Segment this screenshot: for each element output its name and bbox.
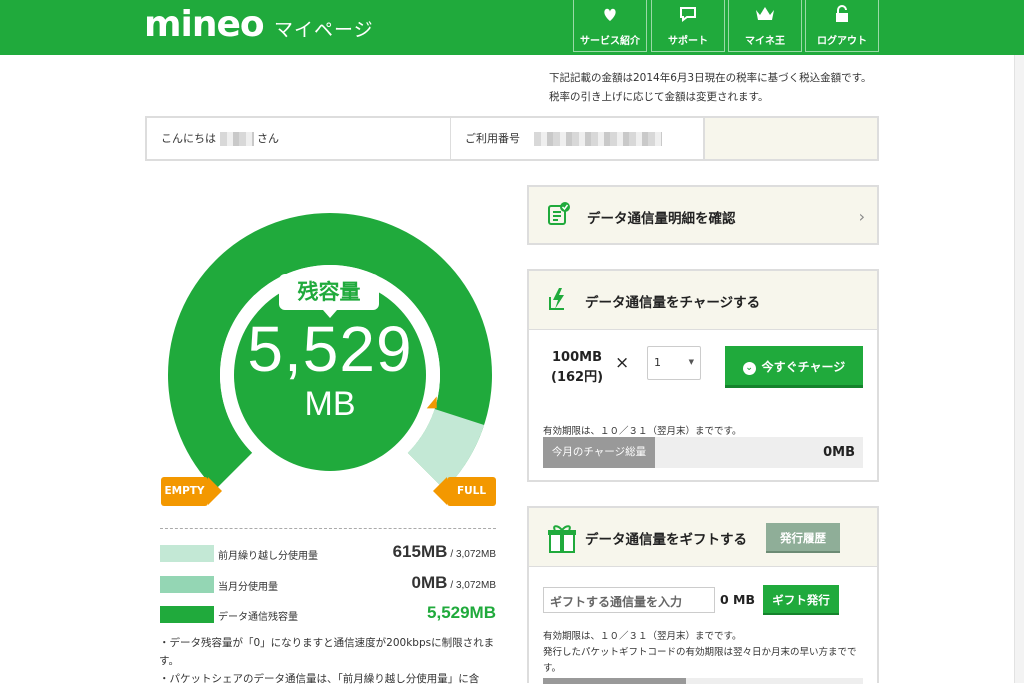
caret-down-icon: ▼ xyxy=(688,358,694,366)
legend-row-carryover: 前月繰り越し分使用量 615MB/ 3,072MB xyxy=(160,542,496,563)
crown-icon xyxy=(729,0,801,30)
chevron-right-icon: › xyxy=(858,207,865,226)
speech-bubble-icon xyxy=(652,0,724,30)
legend-row-current: 当月分使用量 0MB/ 3,072MB xyxy=(160,573,497,594)
legend-label: データ通信残容量 xyxy=(218,612,298,623)
greeting-suffix: さん xyxy=(257,132,279,145)
legend-swatch xyxy=(160,545,214,562)
legend-row-remaining: データ通信残容量 5,529MB xyxy=(160,603,496,624)
legend-swatch xyxy=(160,606,214,623)
gift-box-icon xyxy=(545,522,579,558)
monthly-charge-total: 今月のチャージ総量 0MB xyxy=(543,437,863,468)
legend-value: 0MB/ 3,072MB xyxy=(411,573,497,592)
gift-panel: データ通信量をギフトする 発行履歴 ギフトする通信量を入力 0 MB ギフト発行… xyxy=(527,506,879,684)
panel-title: データ通信量明細を確認 xyxy=(587,211,736,227)
panel-title: データ通信量をチャージする xyxy=(585,295,761,311)
charge-amount: 100MB (162円) xyxy=(551,350,604,385)
redacted-number xyxy=(533,132,662,146)
tax-notice-line: 下記記載の金額は2014年6月3日現在の税率に基づく税込金額です。 xyxy=(549,72,872,84)
note-line: ・データ残容量が「0」になりますと通信速度が200kbpsに制限されます。 xyxy=(159,637,495,667)
charge-bolt-icon xyxy=(545,285,571,317)
gift-notes: 有効期限は、１０／３１（翌月末）までです。 発行したパケットギフトコードの有効期… xyxy=(543,631,857,674)
document-check-icon xyxy=(545,201,571,231)
quantity-value: 1 xyxy=(654,356,661,369)
full-tag: FULL xyxy=(433,477,496,506)
remaining-label: 残容量 xyxy=(279,274,379,318)
user-number: ご利用番号 xyxy=(465,118,662,159)
usage-detail-link[interactable]: データ通信量明細を確認 › xyxy=(527,185,879,245)
gift-history-button[interactable]: 発行履歴 xyxy=(766,523,840,553)
empty-tag: EMPTY xyxy=(161,477,222,506)
user-number-label: ご利用番号 xyxy=(465,132,520,145)
greeting-text: こんにちは さん xyxy=(161,118,279,159)
multiply-sign: × xyxy=(615,353,630,373)
charge-now-button[interactable]: ⌄ 今すぐチャージ xyxy=(725,346,863,388)
heart-leaf-icon xyxy=(574,0,646,30)
quantity-select[interactable]: 1 ▼ xyxy=(647,346,701,380)
note-line: ・パケットシェアのデータ通信量は、「前月繰り越し分使用量」に含 xyxy=(159,673,480,685)
charge-total-value: 0MB xyxy=(823,445,855,460)
lock-icon xyxy=(806,0,878,30)
tax-notice-line: 税率の引き上げに応じて金額は変更されます。 xyxy=(549,91,769,103)
charge-expiry: 有効期限は、１０／３１（翌月末）までです。 xyxy=(543,426,742,437)
header-bar: mineo マイページ サービス紹介 サポート マイネ王 ログアウト xyxy=(0,0,1024,55)
greeting-prefix: こんにちは xyxy=(161,132,216,145)
panel-title: データ通信量をギフトする xyxy=(585,532,747,548)
charge-panel: データ通信量をチャージする 100MB (162円) × 1 ▼ ⌄ 今すぐチャー… xyxy=(527,269,879,482)
gift-progress-fill xyxy=(543,678,686,684)
greeting-bar: こんにちは さん ご利用番号 xyxy=(145,116,879,161)
divider xyxy=(450,118,451,159)
nav-label: サポート xyxy=(668,36,708,47)
nav-label: マイネ王 xyxy=(745,36,785,47)
nav-maineoh-button[interactable]: マイネ王 xyxy=(728,0,802,52)
mineo-logo[interactable]: mineo xyxy=(144,4,265,45)
nav-service-button[interactable]: サービス紹介 xyxy=(573,0,647,52)
nav-label: ログアウト xyxy=(817,36,867,47)
nav-label: サービス紹介 xyxy=(580,36,640,47)
tax-notice: 下記記載の金額は2014年6月3日現在の税率に基づく税込金額です。 税率の引き上… xyxy=(549,69,872,107)
gift-progress-bar xyxy=(543,678,863,684)
greeting-aside xyxy=(703,118,877,159)
panel-header: データ通信量をチャージする xyxy=(529,271,877,330)
legend-label: 当月分使用量 xyxy=(218,582,278,593)
page-subtitle: マイページ xyxy=(274,19,374,41)
panel-header: データ通信量をギフトする 発行履歴 xyxy=(529,508,877,567)
gift-issue-button[interactable]: ギフト発行 xyxy=(763,585,839,615)
panel-header: データ通信量明細を確認 › xyxy=(529,187,877,243)
page-scrollbar[interactable] xyxy=(1014,55,1024,683)
nav-logout-button[interactable]: ログアウト xyxy=(805,0,879,52)
charge-total-label: 今月のチャージ総量 xyxy=(543,437,655,468)
gift-amount-input[interactable]: ギフトする通信量を入力 xyxy=(543,587,715,613)
remaining-value: 5,529 xyxy=(247,313,413,385)
dotted-divider xyxy=(160,528,496,529)
legend-value: 615MB/ 3,072MB xyxy=(392,542,496,561)
legend-value: 5,529MB xyxy=(427,603,496,622)
nav-support-button[interactable]: サポート xyxy=(651,0,725,52)
legend-label: 前月繰り越し分使用量 xyxy=(218,551,318,562)
legend-swatch xyxy=(160,576,214,593)
chevron-down-circle-icon: ⌄ xyxy=(742,362,756,375)
usage-notes: ・データ残容量が「0」になりますと通信速度が200kbpsに制限されます。 ・パ… xyxy=(159,634,499,688)
redacted-name xyxy=(219,132,254,146)
gift-unit: 0 MB xyxy=(720,592,756,607)
remaining-unit: MB xyxy=(304,385,356,423)
